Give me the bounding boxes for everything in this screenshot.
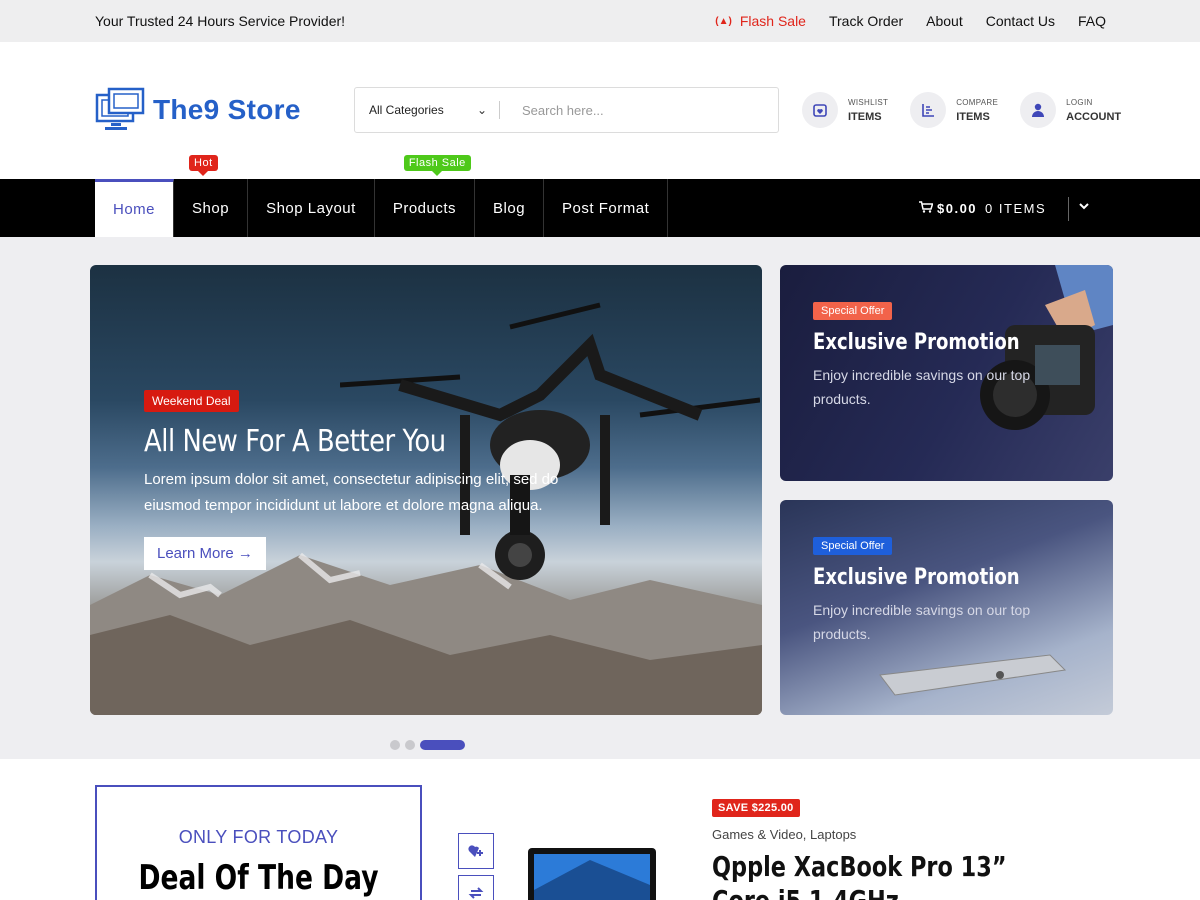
refresh-icon [468, 887, 484, 899]
account-small-label: LOGIN [1066, 97, 1093, 107]
search-input[interactable] [522, 102, 762, 118]
top-links: (▲) Flash Sale Track Order About Contact… [692, 13, 1106, 29]
promo-text: Enjoy incredible savings on our top prod… [813, 367, 1031, 407]
promo-card-phone[interactable]: Special Offer Exclusive Promotion Enjoy … [780, 500, 1113, 715]
compare-icon [910, 92, 947, 128]
laptop-image [528, 848, 656, 900]
save-badge: SAVE $225.00 [712, 799, 800, 817]
wishlist-big-label: ITEMS [848, 110, 882, 123]
header: The9 Store All Categories ⌄ WISHLIST ITE… [0, 42, 1200, 179]
flash-sale-link[interactable]: (▲) Flash Sale [715, 13, 806, 29]
promo-text: Enjoy incredible savings on our top prod… [813, 602, 1031, 642]
special-offer-tag: Special Offer [813, 302, 893, 320]
logo[interactable]: The9 Store [95, 87, 301, 132]
wishlist-add-button[interactable] [458, 833, 494, 869]
deal-of-the-day-box: ONLY FOR TODAY Deal Of The Day [95, 785, 422, 900]
cart-summary[interactable]: $0.00 0 ITEMS [919, 179, 1046, 237]
category-label: All Categories [369, 103, 444, 117]
product-category[interactable]: Games & Video, Laptops [712, 827, 856, 842]
slider-dot[interactable] [405, 740, 415, 750]
main-nav: Home Hot Shop Shop Layout Flash Sale Pro… [0, 155, 1200, 237]
about-link[interactable]: About [926, 13, 963, 29]
compare-button[interactable]: COMPARE ITEMS [910, 92, 998, 128]
faq-link[interactable]: FAQ [1078, 13, 1106, 29]
nav-home[interactable]: Home [95, 179, 175, 237]
promo-card-camera[interactable]: Special Offer Exclusive Promotion Enjoy … [780, 265, 1113, 481]
nav-products-label: Products [392, 199, 457, 217]
logo-text: The9 Store [153, 93, 301, 125]
wishlist-button[interactable]: WISHLIST ITEMS [802, 92, 888, 128]
flash-sale-badge: Flash Sale [403, 155, 471, 176]
cart-count: 0 ITEMS [985, 200, 1047, 216]
account-button[interactable]: LOGIN ACCOUNT [1020, 92, 1121, 128]
wishlist-small-label: WISHLIST [848, 97, 889, 107]
hero-slide: Weekend Deal All New For A Better You Lo… [90, 265, 762, 715]
top-bar: Your Trusted 24 Hours Service Provider! … [0, 0, 1200, 42]
nav-shop[interactable]: Hot Shop [174, 155, 249, 237]
category-select[interactable]: All Categories ⌄ [355, 101, 500, 119]
nav-blog[interactable]: Blog [475, 179, 545, 237]
learn-more-button[interactable]: Learn More → [144, 537, 266, 570]
compare-small-label: COMPARE [956, 97, 999, 107]
slider-dot-active[interactable] [420, 740, 465, 750]
slider-dots [390, 740, 470, 750]
header-actions: WISHLIST ITEMS COMPARE ITEMS LOGIN ACCOU… [802, 92, 1143, 128]
search-bar: All Categories ⌄ [354, 87, 779, 133]
compare-big-label: ITEMS [956, 110, 990, 123]
tagline: Your Trusted 24 Hours Service Provider! [95, 13, 346, 29]
hero-text: Lorem ipsum dolor sit amet, consectetur … [144, 471, 559, 514]
monitor-logo-icon [95, 87, 145, 130]
flash-icon: (▲) [715, 15, 732, 27]
compare-add-button[interactable] [458, 875, 494, 900]
cart-icon [919, 200, 934, 216]
slider-dot[interactable] [390, 740, 400, 750]
user-icon [1020, 92, 1057, 128]
cart-dropdown-chevron-icon[interactable] [1079, 199, 1089, 213]
nav-products[interactable]: Flash Sale Products [375, 155, 476, 237]
track-order-link[interactable]: Track Order [829, 13, 903, 29]
weekend-deal-tag: Weekend Deal [144, 390, 239, 412]
special-offer-tag: Special Offer [813, 537, 893, 555]
hot-badge: Hot [189, 155, 218, 176]
deal-title: Deal Of The Day [138, 858, 379, 898]
nav-shop-layout[interactable]: Shop Layout [248, 179, 375, 237]
nav-post-format[interactable]: Post Format [544, 179, 669, 237]
chevron-down-icon: ⌄ [476, 103, 487, 117]
flash-sale-label: Flash Sale [739, 13, 806, 29]
product-title[interactable]: Qpple XacBook Pro 13” Core i5 1.4GHz [712, 850, 1048, 900]
heart-plus-icon [468, 845, 483, 857]
nav-divider [1068, 197, 1069, 221]
promo-title: Exclusive Promotion [813, 330, 1020, 355]
hero-title: All New For A Better You [144, 424, 446, 459]
account-big-label: ACCOUNT [1066, 110, 1122, 123]
nav-shop-label: Shop [192, 199, 230, 217]
cart-price: $0.00 [937, 200, 978, 216]
promo-title: Exclusive Promotion [813, 565, 1020, 590]
phone-image [879, 654, 1067, 696]
deal-subtitle: ONLY FOR TODAY [178, 827, 339, 847]
wishlist-icon [802, 92, 838, 128]
contact-link[interactable]: Contact Us [986, 13, 1055, 29]
